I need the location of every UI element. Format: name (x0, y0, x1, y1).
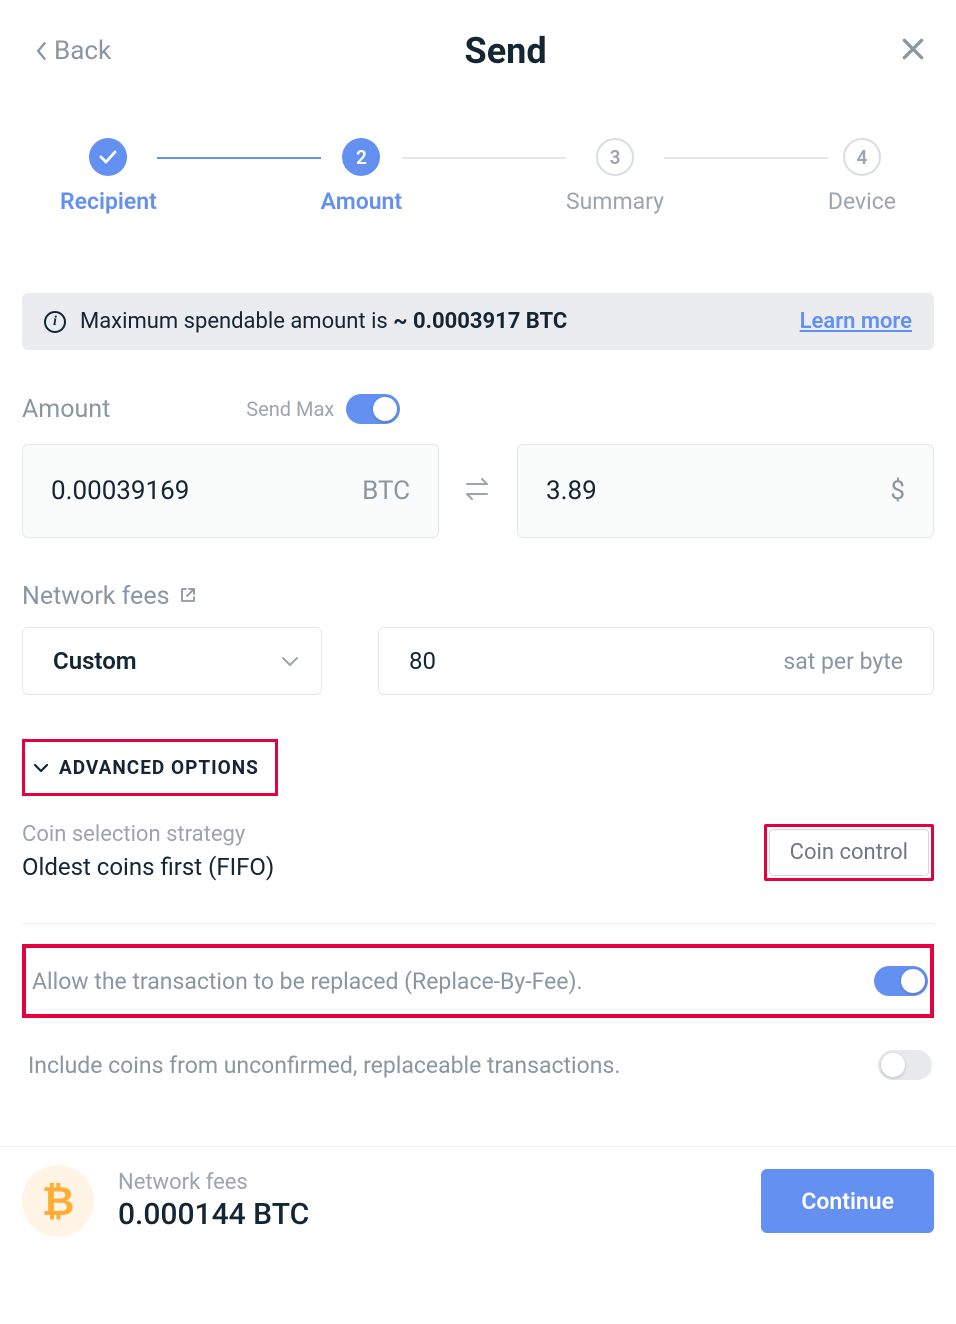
chevron-left-icon (36, 42, 48, 60)
crypto-amount-input[interactable]: 0.00039169 BTC (22, 444, 439, 538)
max-spendable-banner: i Maximum spendable amount is ~ 0.000391… (22, 293, 934, 350)
crypto-amount-value: 0.00039169 (51, 476, 362, 506)
coin-control-button[interactable]: Coin control (764, 824, 934, 881)
send-max-toggle[interactable] (346, 394, 400, 424)
fee-rate-unit: sat per byte (783, 648, 903, 675)
unconfirmed-toggle[interactable] (878, 1050, 932, 1080)
advanced-options-toggle[interactable]: ADVANCED OPTIONS (22, 739, 278, 796)
fee-rate-input[interactable]: 80 sat per byte (378, 627, 934, 695)
step-label: Device (828, 188, 896, 215)
stepper: Recipient 2 Amount 3 Summary 4 Device (0, 90, 956, 215)
send-max-label: Send Max (246, 397, 334, 421)
swap-icon[interactable] (463, 476, 493, 506)
rbf-label: Allow the transaction to be replaced (Re… (32, 968, 583, 995)
advanced-options-label: ADVANCED OPTIONS (59, 756, 259, 779)
bitcoin-icon: ₿ (22, 1165, 94, 1237)
footer-fees-label: Network fees (118, 1170, 737, 1195)
fee-rate-value: 80 (409, 647, 783, 675)
coin-strategy-label: Coin selection strategy (22, 822, 274, 847)
external-link-icon[interactable] (179, 586, 197, 608)
step-connector (402, 157, 566, 159)
step-device: 4 Device (828, 138, 896, 215)
coin-control-label: Coin control (769, 829, 929, 876)
fiat-amount-input[interactable]: 3.89 $ (517, 444, 934, 538)
step-recipient[interactable]: Recipient (60, 138, 157, 215)
step-summary: 3 Summary (566, 138, 664, 215)
divider (22, 923, 934, 924)
coin-strategy-value: Oldest coins first (FIFO) (22, 853, 274, 881)
step-connector (157, 157, 321, 159)
banner-message: Maximum spendable amount is ~ 0.0003917 … (80, 309, 786, 334)
step-label: Amount (321, 188, 402, 215)
unconfirmed-label: Include coins from unconfirmed, replacea… (28, 1052, 620, 1079)
amount-label: Amount (22, 395, 110, 424)
fee-mode-value: Custom (53, 647, 281, 675)
step-label: Summary (566, 188, 664, 215)
footer-fees-value: 0.000144 BTC (118, 1197, 737, 1232)
page-title: Send (465, 30, 547, 72)
close-icon (900, 36, 926, 62)
chevron-down-icon (281, 652, 299, 671)
step-number: 4 (843, 138, 881, 176)
learn-more-link[interactable]: Learn more (800, 309, 912, 334)
step-number: 3 (596, 138, 634, 176)
chevron-down-icon (33, 763, 49, 773)
check-icon (89, 138, 127, 176)
unconfirmed-coins-option: Include coins from unconfirmed, replacea… (22, 1032, 934, 1098)
fiat-amount-value: 3.89 (546, 476, 890, 506)
close-button[interactable] (900, 36, 926, 66)
crypto-unit: BTC (362, 476, 410, 506)
back-button[interactable]: Back (36, 36, 111, 66)
step-number: 2 (342, 138, 380, 176)
step-connector (664, 157, 828, 159)
continue-button[interactable]: Continue (761, 1169, 934, 1233)
fee-mode-select[interactable]: Custom (22, 627, 322, 695)
rbf-toggle[interactable] (874, 966, 928, 996)
network-fees-label: Network fees (22, 582, 169, 611)
fiat-unit: $ (890, 476, 905, 506)
info-icon: i (44, 311, 66, 333)
step-label: Recipient (60, 188, 157, 215)
step-amount[interactable]: 2 Amount (321, 138, 402, 215)
continue-label: Continue (801, 1188, 894, 1215)
back-label: Back (54, 36, 111, 66)
rbf-option: Allow the transaction to be replaced (Re… (22, 944, 934, 1018)
